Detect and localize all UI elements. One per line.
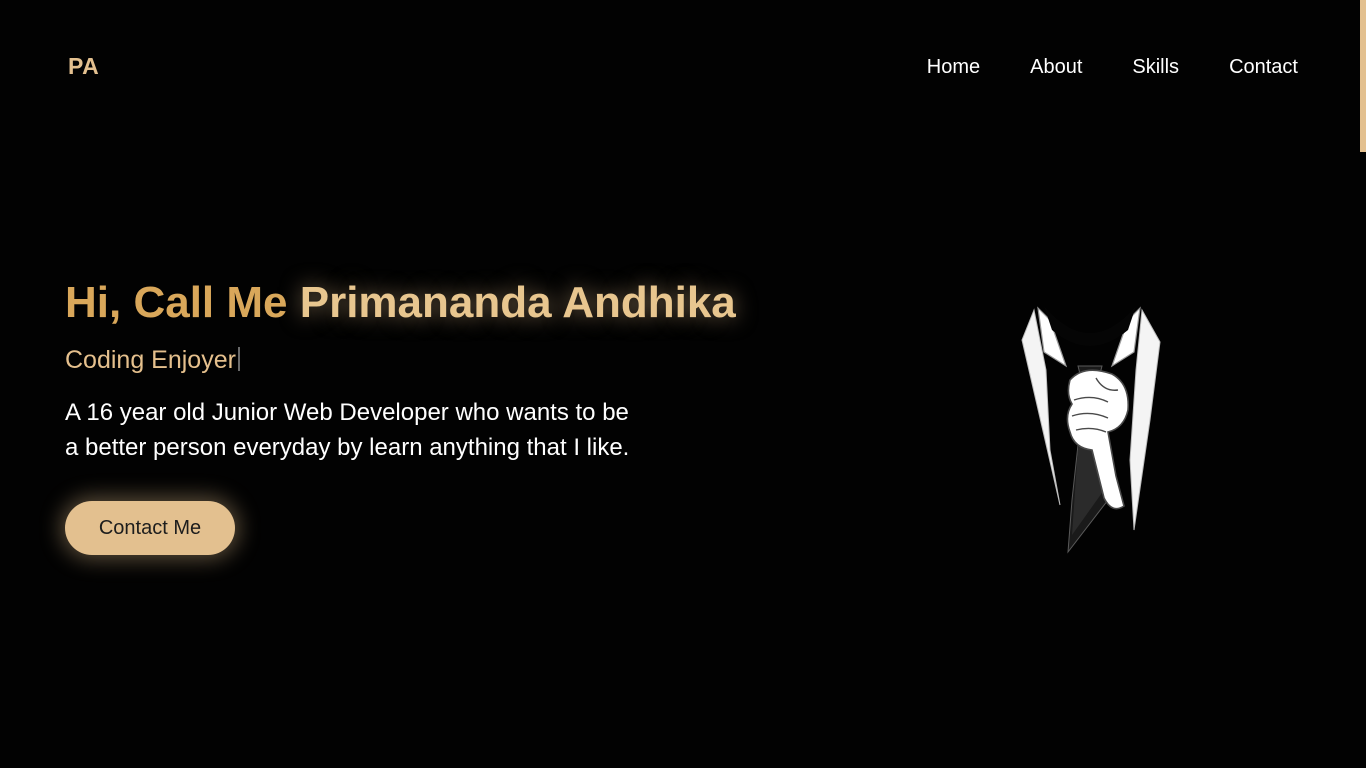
hero-title: Hi, Call Me Primananda Andhika [65, 278, 736, 328]
site-logo[interactable]: PA [68, 53, 99, 80]
scrollbar-thumb[interactable] [1360, 0, 1366, 152]
nav-link-contact[interactable]: Contact [1229, 56, 1298, 79]
page: PA Home About Skills Contact Hi, Call Me… [0, 0, 1366, 768]
typing-caret [237, 347, 240, 371]
nav-link-about[interactable]: About [1030, 56, 1082, 79]
typed-role-text: Coding Enjoyer [65, 346, 236, 374]
contact-me-button[interactable]: Contact Me [65, 501, 235, 555]
nav-link-home[interactable]: Home [927, 56, 980, 79]
main-nav: Home About Skills Contact [927, 56, 1298, 79]
hero-name: Primananda Andhika [299, 278, 736, 327]
hero-greeting: Hi, Call Me [65, 278, 288, 327]
hero-subtitle: Coding Enjoyer [65, 346, 240, 375]
hero-description: A 16 year old Junior Web Developer who w… [65, 395, 715, 465]
description-line-2: a better person everyday by learn anythi… [65, 434, 630, 461]
suit-tie-illustration [1021, 306, 1161, 554]
description-line-1: A 16 year old Junior Web Developer who w… [65, 399, 629, 426]
nav-link-skills[interactable]: Skills [1132, 56, 1179, 79]
